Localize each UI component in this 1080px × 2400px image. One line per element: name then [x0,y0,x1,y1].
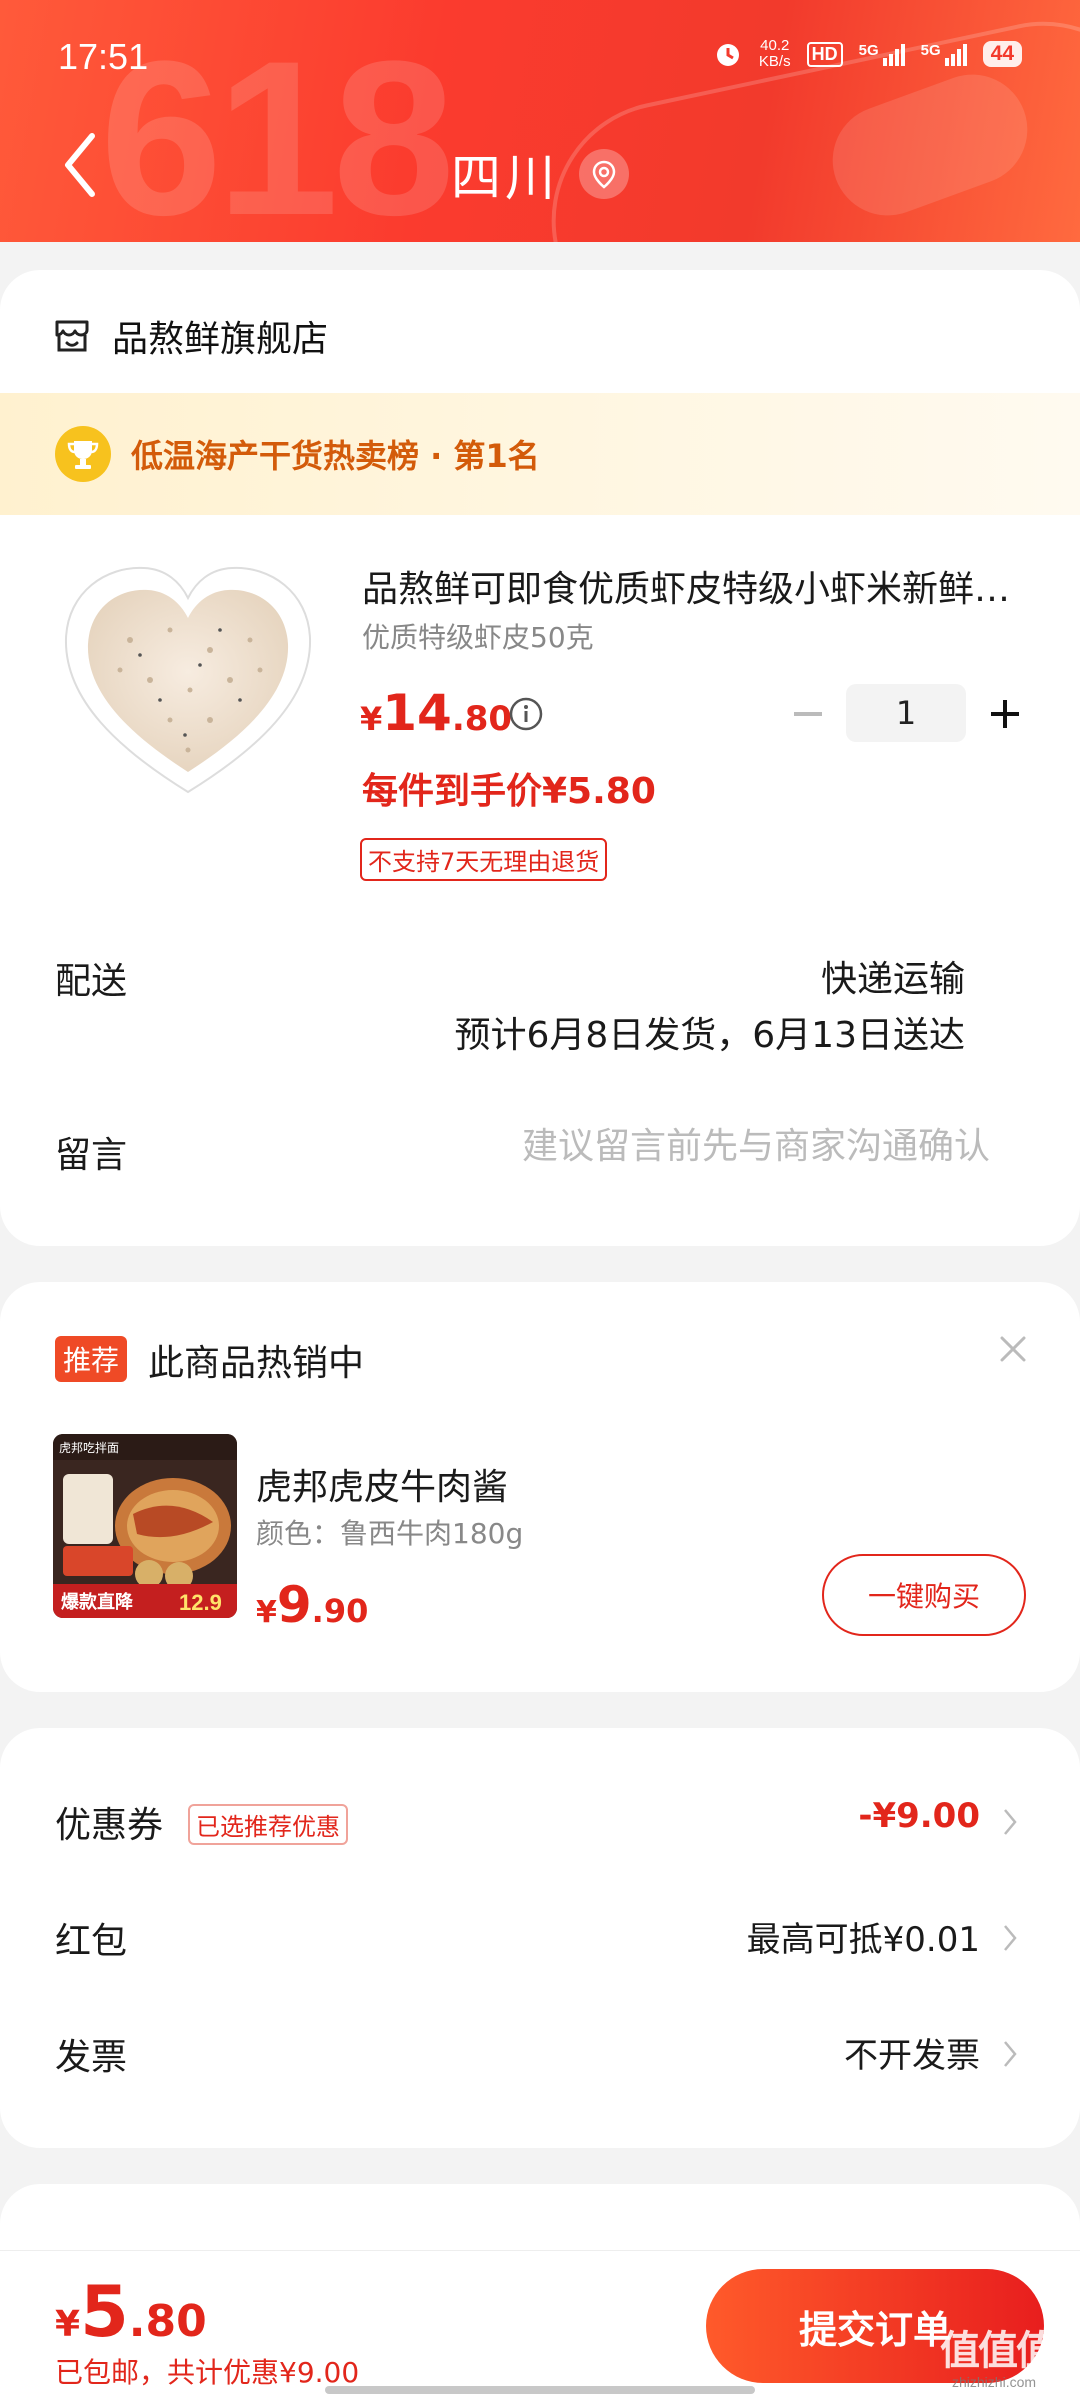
quantity-plus-button[interactable] [985,694,1025,734]
recommend-image-price: 12.9 [179,1590,222,1615]
signal-icon: 5G [859,42,905,66]
recommend-product-image[interactable]: 虎邦吃拌面 爆款直降 12.9 [53,1434,237,1618]
recommend-image-brand: 虎邦吃拌面 [59,1440,119,1455]
shop-name: 品熬鲜旗舰店 [112,319,329,360]
shipping-eta: 预计6月8日发货，6月13日送达 [454,1015,965,1056]
one-click-buy-button[interactable]: 一键购买 [822,1554,1026,1636]
invoice-value: 不开发票 [844,2036,980,2076]
redpack-row[interactable]: 红包 最高可抵¥0.01 [0,1896,1080,1976]
invoice-row[interactable]: 发票 不开发票 [0,2012,1080,2092]
info-icon[interactable] [508,696,544,732]
message-input[interactable] [400,1118,990,1174]
recommend-product-name[interactable]: 虎邦虎皮牛肉酱 [256,1458,508,1510]
shop-header[interactable]: 品熬鲜旗舰店 [52,310,328,362]
order-item-card: 品熬鲜旗舰店 低温海产干货热卖榜 · 第1名 品熬鲜可即食优质虾皮特级小虾米新鲜… [0,270,1080,1246]
battery-icon: 44 [982,41,1022,67]
total-price: ¥ 5 .80 [55,2271,207,2353]
redpack-value: 最高可抵¥0.01 [746,1920,980,1960]
message-label: 留言 [55,1135,128,1176]
coupon-value: -¥9.00 [858,1796,980,1836]
chevron-right-icon [1004,1809,1017,1835]
net-speed: 40.2 KB/s [758,37,791,70]
signal-icon-2: 5G [921,42,967,66]
no-return-tag: 不支持7天无理由退货 [360,838,608,881]
page-header: 618 17:51 40.2 KB/s HD 5G 5G 44 四川 [0,0,1080,242]
home-indicator[interactable] [325,2386,755,2394]
status-bar: 17:51 40.2 KB/s HD 5G 5G 44 [0,0,1080,110]
product-price: ¥ 14 .80 [360,684,513,742]
rank-text: 低温海产干货热卖榜 · 第1名 [131,437,540,475]
trophy-icon [55,426,111,482]
alarm-icon [716,44,739,66]
coupon-row[interactable]: 优惠券 已选推荐优惠 -¥9.00 [0,1780,1080,1860]
invoice-label: 发票 [55,2037,128,2078]
order-summary-card: 优惠券 已选推荐优惠 -¥9.00 红包 最高可抵¥0.01 发票 不开发票 [0,1728,1080,2148]
coupon-tag: 已选推荐优惠 [188,1804,348,1845]
location-pin-icon [579,149,629,199]
shipping-method[interactable]: 快递运输 [821,950,965,1002]
shipping-label: 配送 [55,961,128,1002]
location-name: 四川 [451,149,559,207]
status-time: 17:51 [58,36,149,77]
recommend-title: 此商品热销中 [148,1343,365,1384]
total-discount-text: 已包邮，共计优惠¥9.00 [55,2356,360,2389]
recommendation-card: 推荐 此商品热销中 虎邦吃拌面 爆款直降 12.9 虎邦虎皮牛肉酱 颜色：鲁西牛… [0,1282,1080,1692]
quantity-value[interactable]: 1 [846,684,966,742]
watermark: 值值值 [940,2329,1056,2373]
store-icon [55,320,89,352]
redpack-label: 红包 [55,1921,128,1962]
recommend-product-price: ¥ 9 .90 [256,1576,369,1634]
product-title[interactable]: 品熬鲜可即食优质虾皮特级小虾米新鲜淡干 [362,560,1022,612]
checkout-bar: ¥ 5 .80 已包邮，共计优惠¥9.00 提交订单 [0,2250,1080,2400]
status-icons: 40.2 KB/s HD 5G 5G 44 [713,38,1022,70]
quantity-minus-button[interactable] [788,694,828,734]
close-icon[interactable] [996,1332,1030,1366]
hd-icon: HD [806,41,843,67]
recommend-badge: 推荐 [55,1336,128,1382]
chevron-right-icon [1004,1925,1017,1951]
rank-banner[interactable]: 低温海产干货热卖榜 · 第1名 [0,393,1080,515]
product-spec[interactable]: 优质特级虾皮50克 [362,616,594,656]
location-selector[interactable]: 四川 [0,138,1080,210]
final-price: 每件到手价¥5.80 [362,771,656,812]
recommend-image-promo: 爆款直降 [61,1591,134,1613]
product-image[interactable] [60,560,316,800]
coupon-label: 优惠券 [55,1805,164,1846]
recommend-product-spec: 颜色：鲁西牛肉180g [256,1517,524,1550]
watermark-url: zhizhizhi.com [952,2374,1037,2390]
chevron-right-icon [1004,2041,1017,2067]
